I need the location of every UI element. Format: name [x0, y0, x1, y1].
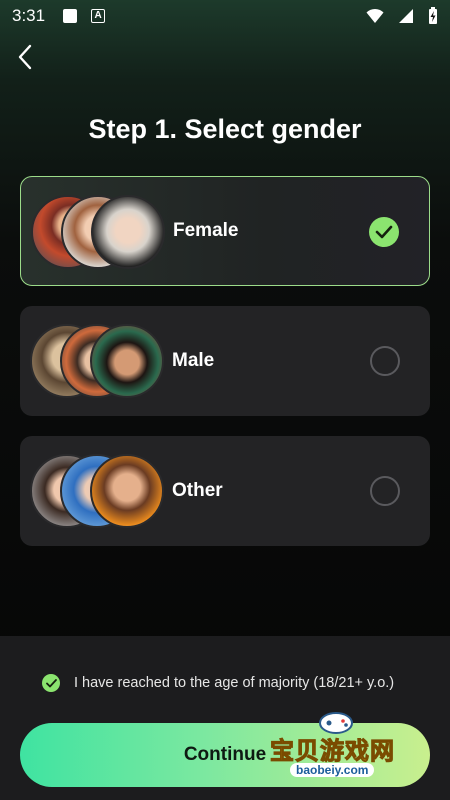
- status-bar: 3:31 A: [0, 0, 450, 32]
- age-confirmation-checkbox[interactable]: I have reached to the age of majority (1…: [42, 674, 394, 692]
- avatar-group: [30, 324, 165, 398]
- avatar-group: [30, 454, 165, 528]
- status-time: 3:31: [12, 6, 46, 25]
- page-title: Step 1. Select gender: [88, 114, 362, 144]
- option-label: Male: [172, 350, 215, 371]
- option-label: Other: [172, 480, 223, 501]
- age-confirmation-text: I have reached to the age of majority (1…: [74, 675, 395, 691]
- gender-option-male[interactable]: Male: [20, 306, 430, 416]
- chevron-left-icon: [18, 44, 32, 70]
- wifi-icon: [366, 8, 384, 23]
- notification-square-icon: [63, 9, 78, 23]
- signal-icon: [399, 9, 413, 23]
- option-label: Female: [173, 220, 239, 241]
- radio-unchecked[interactable]: [370, 476, 400, 506]
- status-right-icons: [366, 7, 438, 25]
- radio-checked[interactable]: [369, 217, 399, 247]
- avatar: [90, 454, 164, 528]
- watermark-logo: 宝贝游戏网 baobeiy.com: [270, 712, 420, 785]
- screen: 3:31 A Step 1. Select gender Female Male…: [0, 0, 450, 800]
- radio-unchecked[interactable]: [370, 346, 400, 376]
- avatar: [91, 195, 165, 269]
- checkmark-icon: [375, 225, 393, 239]
- watermark-url: baobeiy.com: [290, 763, 375, 777]
- check-circle-icon: [42, 674, 60, 692]
- avatar-group: [31, 195, 166, 269]
- gender-option-female[interactable]: Female: [20, 176, 430, 286]
- gender-option-other[interactable]: Other: [20, 436, 430, 546]
- a-notification-icon: A: [91, 9, 106, 23]
- watermark-text: 宝贝游戏网: [270, 738, 395, 766]
- back-button[interactable]: [8, 40, 42, 74]
- avatar: [90, 324, 164, 398]
- continue-label: Continue: [183, 744, 267, 765]
- battery-charging-icon: [429, 7, 437, 24]
